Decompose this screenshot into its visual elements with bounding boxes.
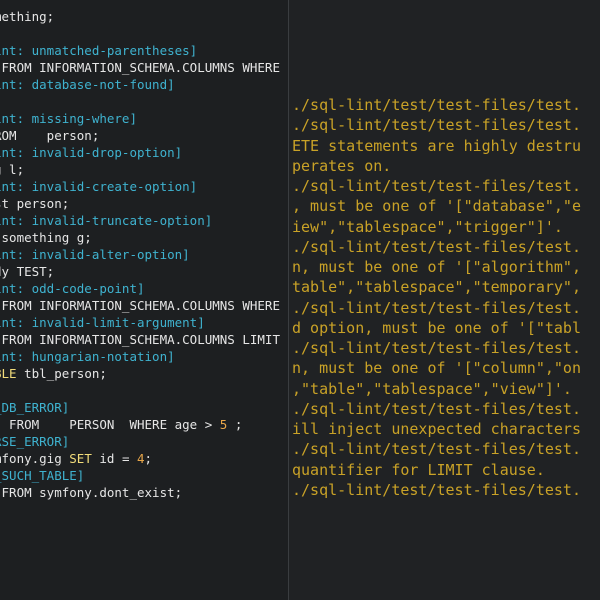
lint-rule-comment: int: missing-where] [0,111,137,126]
lint-rule-comment: int: hungarian-notation] [0,349,175,364]
code-line: int: missing-where] [0,110,280,127]
lint-output: ./sql-lint/test/test-files/test. ./sql-li… [292,95,581,500]
number-literal: 4 [137,451,145,466]
code-text: ; [227,417,243,432]
lint-rule-comment: int: invalid-truncate-option] [0,213,213,228]
code-line: FROM symfony.dont_exist; [0,484,280,501]
output-line: , must be one of '["database","e [292,197,581,216]
code-line: ROM person; [0,127,280,144]
lint-rule-comment: int: invalid-alter-option] [0,247,190,262]
code-line: mething; [0,8,280,25]
code-line: something g; [0,229,280,246]
lint-rule-comment: int: invalid-create-option] [0,179,198,194]
code-text: FROM INFORMATION_SCHEMA.COLUMNS WHERE [0,60,280,75]
output-line: ,"table","tablespace","view"]'. [292,379,572,398]
code-text: mfony.gig [0,451,70,466]
code-line: int: invalid-create-option] [0,178,280,195]
lint-rule-comment: int: database-not-found] [0,77,175,92]
lint-rule-comment: int: odd-code-point] [0,281,145,296]
code-text: FROM PERSON WHERE age > [0,417,220,432]
code-text: FROM INFORMATION_SCHEMA.COLUMNS LIMIT [0,332,280,347]
code-text: ROM person; [0,128,100,143]
editor-pane[interactable]: mething; int: unmatched-parentheses] FROM… [0,0,288,600]
output-line: ill inject unexpected characters [292,420,581,438]
code-line: RSE_ERROR] [0,433,280,450]
output-line: ./sql-lint/test/test-files/test. [292,237,581,256]
output-line: n, must be one of '["algorithm", [292,258,581,276]
output-line: n, must be one of '["column","on [292,359,581,378]
code-line: int: invalid-drop-option] [0,144,280,161]
lint-rule-comment: int: invalid-limit-argument] [0,315,205,330]
sql-keyword: BLE [0,366,17,381]
code-line: int: hungarian-notation] [0,348,280,365]
code-text: g l; [0,162,25,177]
code-line: BLE tbl_person; [0,365,280,382]
terminal-window: mething; int: unmatched-parentheses] FROM… [0,0,600,600]
code-line: int: invalid-alter-option] [0,246,280,263]
output-line: ./sql-lint/test/test-files/test. [292,177,581,195]
lint-rule-comment: _SUCH_TABLE] [0,468,85,483]
lint-rule-comment: RSE_ERROR] [0,434,70,449]
code-line: int: unmatched-parentheses] [0,42,280,59]
code-line: FROM INFORMATION_SCHEMA.COLUMNS LIMIT [0,331,280,348]
code-text: mething; [0,9,55,24]
output-line: ./sql-lint/test/test-files/test. [292,298,581,317]
sql-keyword: SET [69,451,92,466]
code-line: FROM INFORMATION_SCHEMA.COLUMNS WHERE [0,297,280,314]
code-text: FROM INFORMATION_SCHEMA.COLUMNS WHERE [0,298,280,313]
code-line: _SUCH_TABLE] [0,467,280,484]
code-line: int: invalid-limit-argument] [0,314,280,331]
code-line: int: invalid-truncate-option] [0,212,280,229]
code-line: int: database-not-found] [0,76,280,93]
code-text: something g; [0,230,92,245]
code-text: id = [91,451,137,466]
output-line: ./sql-lint/test/test-files/test. [292,339,581,357]
output-line: ./sql-lint/test/test-files/test. [292,96,581,114]
output-line: perates on. [292,156,392,175]
output-line: quantifier for LIMIT clause. [292,460,545,479]
lint-rule-comment: int: unmatched-parentheses] [0,43,198,58]
code-text: dy TEST; [0,264,55,279]
code-line: g l; [0,161,280,178]
lint-rule-comment: int: invalid-drop-option] [0,145,183,160]
output-line: ETE statements are highly destru [292,136,581,155]
code-line: FROM PERSON WHERE age > 5 ; [0,416,280,433]
output-line: ./sql-lint/test/test-files/test. [292,440,581,459]
lint-rule-comment: _DB_ERROR] [0,400,70,415]
code-line: FROM INFORMATION_SCHEMA.COLUMNS WHERE [0,59,280,76]
code-text: st person; [0,196,70,211]
code-line: _DB_ERROR] [0,399,280,416]
output-line: d option, must be one of '["tabl [292,318,581,337]
output-line: ./sql-lint/test/test-files/test. [292,399,581,418]
output-line: ./sql-lint/test/test-files/test. [292,480,581,499]
code-line: dy TEST; [0,263,280,280]
code-line: st person; [0,195,280,212]
output-line: ./sql-lint/test/test-files/test. [292,116,581,135]
code-line: int: odd-code-point] [0,280,280,297]
code-text: FROM symfony.dont_exist; [0,485,183,500]
lint-output-pane[interactable]: ./sql-lint/test/test-files/test. ./sql-li… [289,0,600,600]
output-line: iew","tablespace","trigger"]'. [292,217,563,236]
editor-code: mething; int: unmatched-parentheses] FROM… [0,8,280,501]
output-line: table","tablespace","temporary", [292,278,581,297]
code-line: mfony.gig SET id = 4; [0,450,280,467]
code-text: ; [144,451,153,466]
code-text: tbl_person; [24,366,107,381]
